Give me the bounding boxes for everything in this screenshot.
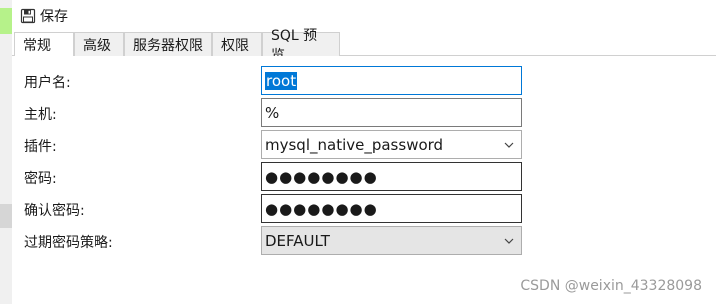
confirm-password-label: 确认密码:: [24, 203, 85, 219]
chevron-down-icon: [504, 238, 514, 244]
left-edge-highlight: [0, 8, 12, 34]
host-label: 主机:: [24, 107, 57, 123]
host-field[interactable]: %: [261, 98, 522, 127]
left-edge-marker: [0, 204, 12, 228]
plugin-label: 插件:: [24, 139, 57, 155]
left-edge-strip: [0, 0, 12, 304]
password-label: 密码:: [24, 171, 57, 187]
save-label: 保存: [40, 9, 68, 25]
username-value: root: [265, 71, 298, 90]
save-icon: [20, 8, 36, 24]
confirm-password-value: ●●●●●●●●: [265, 199, 378, 218]
plugin-value: mysql_native_password: [265, 135, 444, 154]
user-editor-window: 保存 常规 高级 服务器权限 权限 SQL 预览 用户名: root 主机: %…: [0, 0, 716, 304]
tab-general[interactable]: 常规: [14, 32, 74, 57]
username-field[interactable]: root: [261, 66, 522, 95]
password-expiry-select[interactable]: DEFAULT: [261, 226, 522, 255]
password-expiry-value: DEFAULT: [265, 231, 330, 250]
tab-sql-preview[interactable]: SQL 预览: [262, 28, 340, 64]
tab-privileges[interactable]: 权限: [212, 32, 262, 56]
save-button[interactable]: 保存: [20, 6, 68, 26]
plugin-select[interactable]: mysql_native_password: [261, 130, 522, 159]
password-value: ●●●●●●●●: [265, 167, 378, 186]
general-form: 用户名: root 主机: % 插件: mysql_native_passwor…: [12, 56, 716, 304]
watermark: CSDN @weixin_43328098: [520, 278, 702, 294]
password-field[interactable]: ●●●●●●●●: [261, 162, 522, 191]
tab-server-privileges[interactable]: 服务器权限: [124, 32, 212, 56]
username-label: 用户名:: [24, 75, 71, 91]
password-expiry-label: 过期密码策略:: [24, 235, 113, 251]
host-value: %: [265, 103, 280, 122]
tab-advanced[interactable]: 高级: [74, 32, 124, 56]
chevron-down-icon: [504, 142, 514, 148]
tab-bar: 常规 高级 服务器权限 权限 SQL 预览: [12, 28, 716, 64]
confirm-password-field[interactable]: ●●●●●●●●: [261, 194, 522, 223]
toolbar: 保存: [12, 0, 716, 32]
